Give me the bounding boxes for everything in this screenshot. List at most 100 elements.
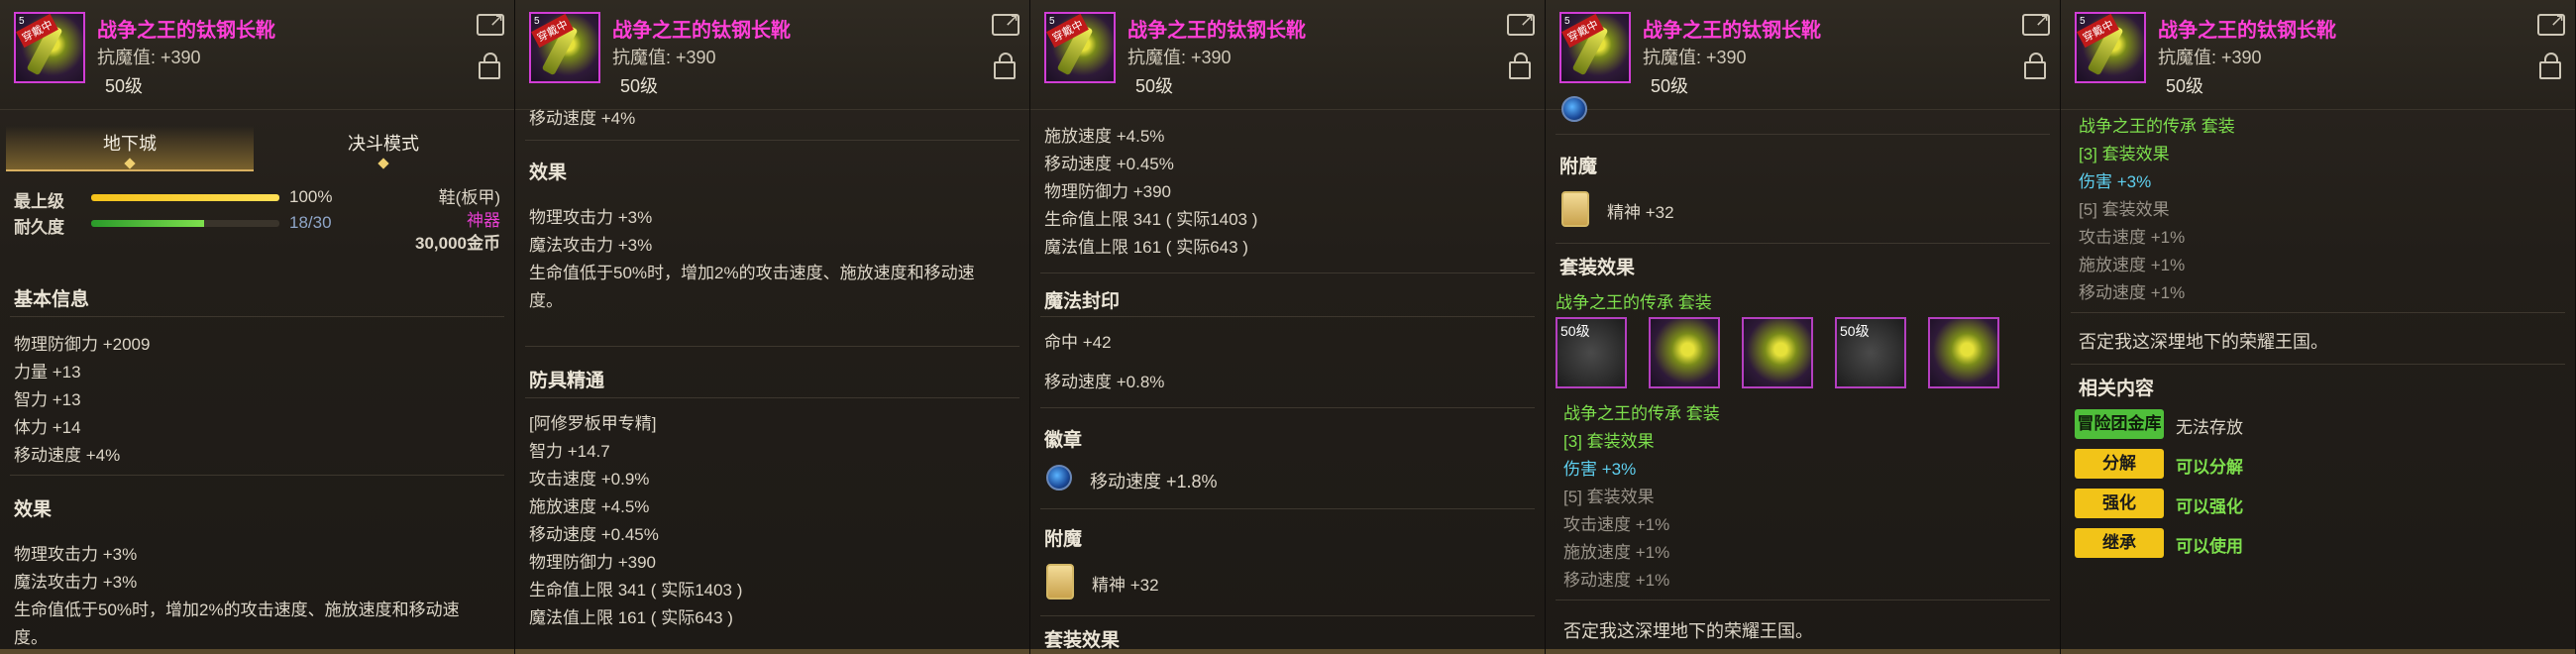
effect-line: 生命值低于50%时，增加2%的攻击速度、施放速度和移动速 xyxy=(14,600,460,619)
set-slot[interactable]: 50级 xyxy=(1835,317,1906,388)
set-name: 战争之王的传承 套装 xyxy=(1563,404,1720,423)
mastery-line: 移动速度 +0.45% xyxy=(529,525,659,544)
emblem-icon xyxy=(1046,465,1072,490)
stat-line: 移动速度 +4% xyxy=(529,109,636,128)
effect-line: 度。 xyxy=(14,628,48,647)
set-5-bonus: 攻击速度 +1% xyxy=(1563,515,1670,534)
magic-resist: 抗魔值: +390 xyxy=(2158,48,2262,67)
stat-line: 物理防御力 +2009 xyxy=(14,335,151,354)
tier-label: 5 xyxy=(534,16,540,27)
effect-line: 魔法攻击力 +3% xyxy=(529,236,653,255)
item-name: 战争之王的钛钢长靴 xyxy=(2158,20,2336,42)
effect-line: 度。 xyxy=(529,291,563,310)
item-name: 战争之王的钛钢长靴 xyxy=(612,20,791,42)
seal-line: 移动速度 +0.8% xyxy=(1044,373,1165,391)
reinforce-button[interactable]: 强化 xyxy=(2075,489,2164,518)
inherit-button[interactable]: 继承 xyxy=(2075,528,2164,558)
set-3-title: [3] 套装效果 xyxy=(2079,145,2170,164)
grade-bar xyxy=(91,194,279,201)
enchant-line: 精神 +32 xyxy=(1607,203,1674,222)
lock-icon[interactable] xyxy=(1509,53,1531,79)
slot-level-label: 50级 xyxy=(1560,323,1590,339)
tooltip-panel-3: 5穿戴中 战争之王的钛钢长靴 抗魔值: +390 50级 施放速度 +4.5% … xyxy=(1030,0,1546,654)
set-effect-title: 套装效果 xyxy=(1044,630,1121,651)
vault-button[interactable]: 冒险团金库 xyxy=(2075,409,2164,439)
boots-icon: 5 穿戴中 xyxy=(1044,12,1116,83)
mastery-line: 攻击速度 +0.9% xyxy=(529,470,650,489)
item-level: 50级 xyxy=(1651,76,1689,96)
tooltip-panel-4: 5穿戴中 战争之王的钛钢长靴 抗魔值: +390 50级 附魔 精神 +32 套… xyxy=(1546,0,2061,654)
effect-line: 物理攻击力 +3% xyxy=(14,545,138,564)
set-slot[interactable] xyxy=(1649,317,1720,388)
set-5-bonus: 攻击速度 +1% xyxy=(2079,228,2186,247)
rarity: 神器 xyxy=(467,211,500,230)
stat-line: 移动速度 +4% xyxy=(14,446,121,465)
slot-level-label: 50级 xyxy=(1840,323,1870,339)
item-header: 5 穿戴中 战争之王的钛钢长靴 抗魔值: +390 50级 xyxy=(515,0,1029,110)
set-5-title: [5] 套装效果 xyxy=(2079,200,2170,219)
mastery-line: 物理防御力 +390 xyxy=(529,553,657,572)
tab-dungeon-label: 地下城 xyxy=(103,134,157,154)
share-icon[interactable] xyxy=(2537,10,2565,36)
item-level: 50级 xyxy=(2166,76,2204,96)
mastery-line: 生命值上限 341 ( 实际1403 ) xyxy=(1044,210,1258,229)
boots-icon: 5 穿戴中 xyxy=(529,12,600,83)
tab-duel[interactable]: 决斗模式 xyxy=(260,126,507,169)
set-name: 战争之王的传承 套装 xyxy=(2079,117,2235,136)
magic-seal-title: 魔法封印 xyxy=(1044,291,1121,312)
grade-value: 100% xyxy=(289,187,333,206)
magic-resist: 抗魔值: +390 xyxy=(612,48,716,67)
magic-resist: 抗魔值: +390 xyxy=(1643,48,1747,67)
item-level: 50级 xyxy=(1135,76,1174,96)
mastery-line: 魔法值上限 161 ( 实际643 ) xyxy=(529,608,733,627)
card-icon xyxy=(1046,564,1074,600)
set-3-title: [3] 套装效果 xyxy=(1563,432,1655,451)
mastery-line: 生命值上限 341 ( 实际1403 ) xyxy=(529,581,743,600)
share-icon[interactable] xyxy=(2022,10,2050,36)
magic-resist: 抗魔值: +390 xyxy=(1127,48,1232,67)
lock-icon[interactable] xyxy=(994,53,1016,79)
item-header: 5 穿戴中 战争之王的钛钢长靴 抗魔值: +390 50级 xyxy=(1030,0,1545,110)
magic-resist: 抗魔值: +390 xyxy=(97,48,201,67)
boots-icon: 5 穿戴中 xyxy=(1559,12,1631,83)
tooltip-panel-5: 5穿戴中 战争之王的钛钢长靴 抗魔值: +390 50级 战争之王的传承 套装 … xyxy=(2061,0,2576,654)
mastery-line: 施放速度 +4.5% xyxy=(1044,127,1165,146)
lock-icon[interactable] xyxy=(2024,53,2046,79)
disassemble-button[interactable]: 分解 xyxy=(2075,449,2164,479)
share-icon[interactable] xyxy=(992,10,1020,36)
item-name: 战争之王的钛钢长靴 xyxy=(1127,20,1306,42)
seal-line: 命中 +42 xyxy=(1044,333,1112,352)
tier-label: 5 xyxy=(2080,16,2086,27)
effect-title: 效果 xyxy=(14,499,53,520)
set-name: 战争之王的传承 套装 xyxy=(1556,293,1712,312)
set-slot[interactable]: 50级 xyxy=(1556,317,1627,388)
boots-icon: 5 穿戴中 xyxy=(14,12,85,83)
tier-label: 5 xyxy=(1564,16,1570,27)
mastery-line: [阿修罗板甲专精] xyxy=(529,414,657,433)
set-5-title: [5] 套装效果 xyxy=(1563,488,1655,506)
set-5-bonus: 施放速度 +1% xyxy=(2079,256,2186,274)
share-icon[interactable] xyxy=(1507,10,1535,36)
effect-title: 效果 xyxy=(529,163,568,183)
flavor-text: 否定我这深埋地下的荣耀王国。 xyxy=(2079,332,2328,352)
set-5-bonus: 施放速度 +1% xyxy=(1563,543,1670,562)
boots-icon: 5 穿戴中 xyxy=(2075,12,2146,83)
set-slot[interactable] xyxy=(1742,317,1813,388)
tooltip-strip: 5穿戴中 战争之王的钛钢长靴 抗魔值: +390 50级 地下城 决斗模式 最上… xyxy=(0,0,2576,654)
item-name: 战争之王的钛钢长靴 xyxy=(97,20,275,42)
tier-label: 5 xyxy=(19,16,25,27)
item-header: 5 穿戴中 战争之王的钛钢长靴 抗魔值: +390 50级 xyxy=(0,0,514,110)
enchant-line: 精神 +32 xyxy=(1092,576,1159,595)
price: 30,000金币 xyxy=(415,234,500,253)
stat-line: 力量 +13 xyxy=(14,363,81,382)
set-slot[interactable] xyxy=(1928,317,1999,388)
grade-label: 最上级 xyxy=(14,192,64,211)
lock-icon[interactable] xyxy=(2539,53,2561,79)
set-effect-title: 套装效果 xyxy=(1559,258,1636,278)
effect-line: 魔法攻击力 +3% xyxy=(14,573,138,592)
lock-icon[interactable] xyxy=(479,53,500,79)
tab-duel-label: 决斗模式 xyxy=(348,134,419,154)
share-icon[interactable] xyxy=(477,10,504,36)
tab-dungeon[interactable]: 地下城 xyxy=(6,126,254,171)
enchant-title: 附魔 xyxy=(1559,157,1598,177)
